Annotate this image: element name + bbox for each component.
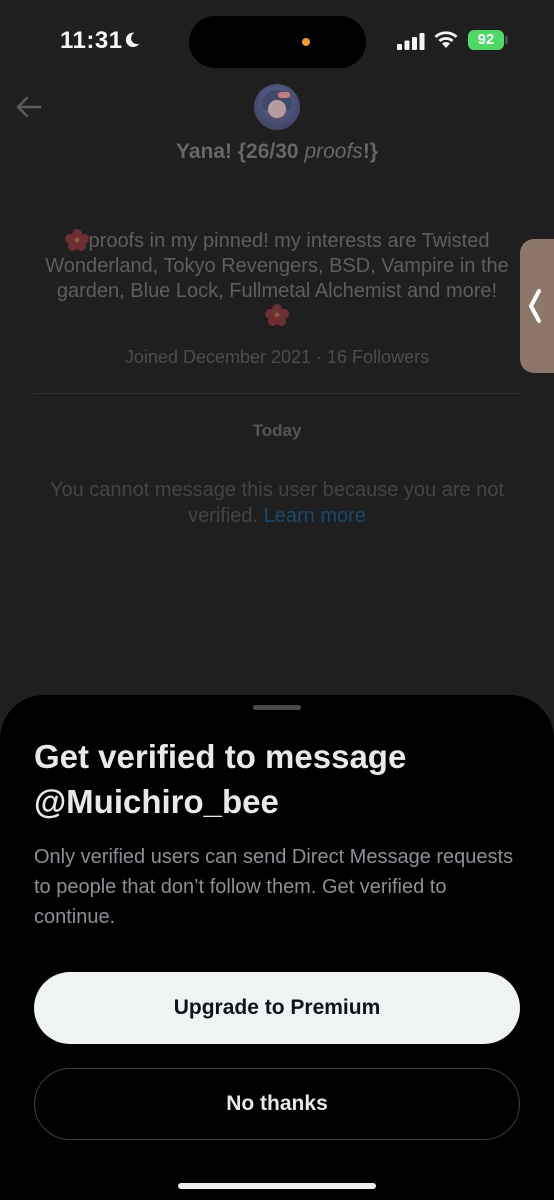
profile-name-suffix: !}	[362, 140, 378, 163]
cannot-message-notice: You cannot message this user because you…	[36, 477, 518, 529]
status-bar: 11:31 92	[0, 0, 554, 86]
back-arrow-icon[interactable]	[14, 92, 44, 122]
hibiscus-icon	[265, 304, 289, 326]
no-thanks-button[interactable]: No thanks	[34, 1068, 520, 1140]
avatar-accent	[278, 92, 290, 98]
date-separator: Today	[252, 421, 302, 440]
battery-cap	[505, 36, 508, 44]
profile-name-prefix: Yana! {26/30	[176, 140, 305, 163]
joined-followers: Joined December 2021 · 16 Followers	[124, 347, 430, 367]
upgrade-premium-button[interactable]: Upgrade to Premium	[34, 972, 520, 1044]
profile-bio-text: proofs in my pinned! my interests are Tw…	[45, 230, 509, 302]
hibiscus-icon	[64, 229, 89, 251]
avatar-face	[268, 100, 286, 118]
home-indicator[interactable]	[178, 1183, 376, 1189]
profile-name-italic: proofs	[304, 140, 363, 163]
sheet-title: Get verified to message @Muichiro_bee	[34, 738, 407, 820]
sheet-grabber[interactable]	[253, 705, 301, 710]
status-time: 11:31	[60, 27, 123, 54]
wifi-icon	[434, 31, 458, 48]
avatar[interactable]	[254, 84, 300, 130]
learn-more-link[interactable]: Learn more	[264, 505, 366, 527]
profile-name[interactable]: Yana! {26/30 proofs!}	[0, 140, 554, 164]
privacy-indicator-dot	[302, 38, 310, 46]
dynamic-island	[189, 16, 366, 68]
chevron-left-icon	[529, 289, 541, 323]
profile-bio: proofs in my pinned! my interests are Tw…	[28, 229, 526, 329]
divider	[34, 393, 520, 394]
signal-icon	[397, 33, 425, 50]
moon-icon	[125, 32, 140, 48]
screen: 11:31 92 Yana! {26/30 proofs!} proofs in…	[0, 0, 554, 1200]
battery-level: 92	[468, 30, 504, 50]
sheet-body: Only verified users can send Direct Mess…	[34, 846, 514, 928]
